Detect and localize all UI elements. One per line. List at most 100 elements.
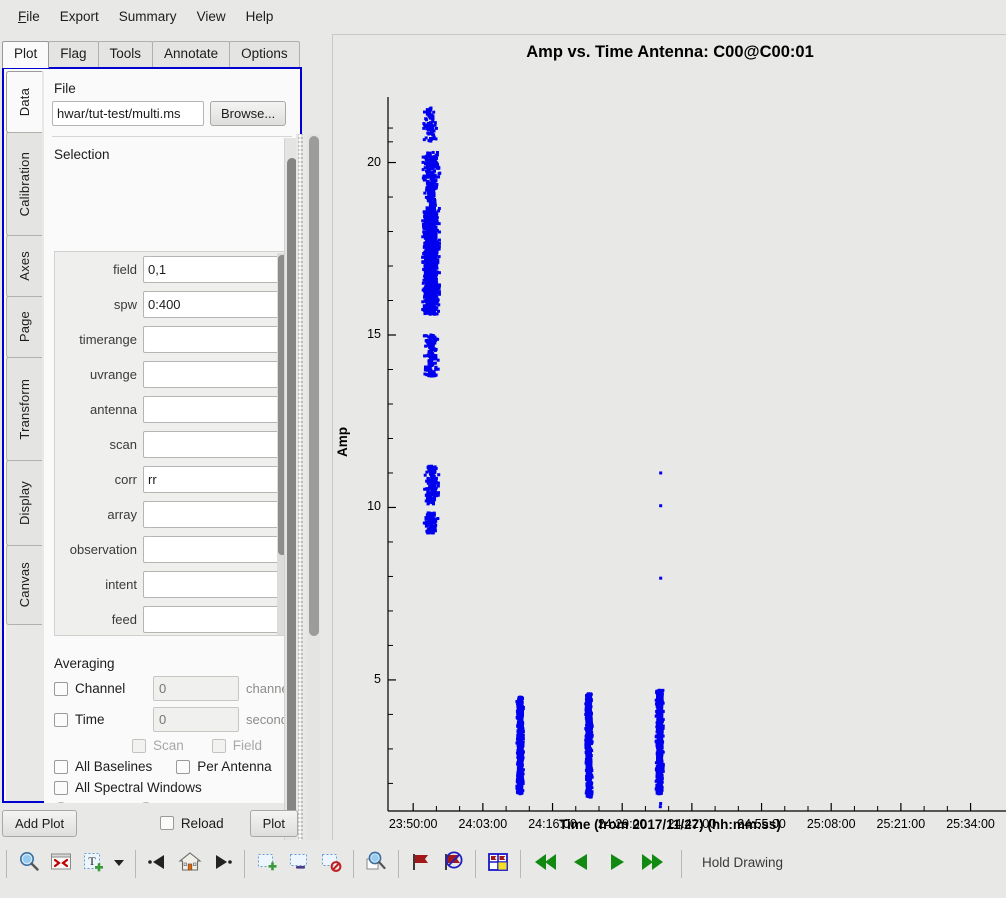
add-text-icon[interactable]: T [78, 847, 108, 877]
side-tab-data[interactable]: Data [6, 71, 42, 133]
side-tab-display[interactable]: Display [6, 460, 42, 546]
selection-input-feed[interactable] [143, 606, 285, 633]
side-tab-label: Calibration [17, 151, 32, 217]
toolbar-separator [135, 850, 136, 878]
channel-average-checkbox[interactable] [54, 681, 68, 696]
x-tick-label: 24:42:00 [667, 817, 717, 831]
home-icon[interactable] [175, 847, 205, 877]
side-tab-canvas[interactable]: Canvas [6, 545, 42, 625]
channel-average-label: Channel [75, 681, 126, 696]
side-tab-axes[interactable]: Axes [6, 235, 42, 297]
flag-icon[interactable] [406, 847, 436, 877]
next-icon[interactable] [600, 847, 634, 877]
menu-item-help[interactable]: Help [236, 5, 284, 28]
zoom-select-icon[interactable] [361, 847, 391, 877]
selection-row-field: field [55, 252, 289, 287]
file-section-title: File [54, 81, 76, 96]
chevron-down-icon[interactable] [110, 847, 128, 877]
x-tick-label: 24:55:00 [737, 817, 786, 831]
side-tab-transform[interactable]: Transform [6, 357, 42, 461]
left-control-panel: Data Calibration Axes Page Transform Display C… [2, 67, 320, 870]
last-icon[interactable] [636, 847, 670, 877]
time-average-row: Time seconds [54, 707, 300, 732]
selection-input-observation[interactable] [143, 536, 285, 563]
channel-average-input[interactable] [153, 676, 239, 701]
delete-rect-icon[interactable] [316, 847, 346, 877]
scalar-radio[interactable] [139, 801, 154, 803]
locate-icon[interactable] [483, 847, 513, 877]
tab-tools[interactable]: Tools [97, 41, 154, 68]
x-tick-label: 25:34:00 [946, 817, 995, 831]
menu-item-file[interactable]: File [8, 5, 50, 28]
tab-annotate[interactable]: Annotate [152, 41, 231, 68]
zoom-icon[interactable] [14, 847, 44, 877]
panel-action-bar: Add Plot Reload Plot [2, 806, 320, 840]
field-average-checkbox[interactable] [211, 738, 226, 753]
selection-input-antenna[interactable] [143, 396, 285, 423]
time-average-checkbox[interactable] [54, 712, 68, 727]
all-spectral-windows-checkbox[interactable] [54, 780, 68, 795]
selection-input-intent[interactable] [143, 571, 285, 598]
selection-label-field: field [113, 262, 137, 277]
per-antenna-checkbox[interactable] [176, 759, 191, 774]
tab-flag[interactable]: Flag [48, 41, 99, 68]
side-tab-calibration[interactable]: Calibration [6, 132, 42, 236]
averaging-title: Averaging [54, 656, 115, 671]
markers-icon[interactable] [46, 847, 76, 877]
plot-canvas-area[interactable]: Amp vs. Time Antenna: C00@C00:01 Amp Tim… [332, 34, 1006, 840]
previous-icon[interactable] [564, 847, 598, 877]
side-tab-label: Display [17, 480, 32, 526]
outer-scrollbar[interactable] [307, 134, 320, 870]
x-tick-label: 23:50:00 [388, 817, 438, 831]
unflag-icon[interactable] [438, 847, 468, 877]
menu-item-export[interactable]: Export [50, 5, 109, 28]
step-forward-icon[interactable] [207, 847, 237, 877]
casa-plotms-window: File Export Summary View Help Plot Flag Tools A… [0, 0, 1006, 898]
menu-item-summary[interactable]: Summary [109, 5, 187, 28]
y-tick-label: 20 [367, 154, 381, 169]
tab-options[interactable]: Options [229, 41, 300, 68]
panel-splitter[interactable] [296, 134, 305, 870]
edit-rect-icon[interactable] [284, 847, 314, 877]
baselines-row: All Baselines Per Antenna [54, 759, 300, 774]
selection-row-array: array [55, 497, 289, 532]
selection-section-title: Selection [54, 147, 110, 162]
data-settings-pane: File Browse... Selection field spw timeran… [44, 71, 300, 803]
toolbar-separator [681, 850, 682, 878]
plot-button[interactable]: Plot [249, 809, 298, 837]
axis-ticks [388, 127, 972, 811]
scan-average-checkbox[interactable] [132, 738, 146, 753]
scatter-plot[interactable] [333, 35, 1006, 841]
selection-input-spw[interactable] [143, 291, 285, 318]
vector-radio[interactable] [54, 801, 68, 803]
x-tick-label: 25:21:00 [876, 817, 926, 831]
selection-input-scan[interactable] [143, 431, 285, 458]
side-tab-bar: Data Calibration Axes Page Transform Display C… [6, 71, 44, 801]
first-icon[interactable] [528, 847, 562, 877]
menu-item-view[interactable]: View [187, 5, 236, 28]
add-plot-button[interactable]: Add Plot [2, 809, 78, 837]
selection-input-field[interactable] [143, 256, 285, 283]
selection-row-intent: intent [55, 567, 289, 602]
selection-input-uvrange[interactable] [143, 361, 285, 388]
side-tab-page[interactable]: Page [6, 296, 42, 358]
selection-input-array[interactable] [143, 501, 285, 528]
tab-plot[interactable]: Plot [2, 41, 50, 68]
selection-row-observation: observation [55, 532, 289, 567]
all-baselines-label: All Baselines [75, 759, 153, 774]
file-path-input[interactable] [52, 101, 204, 126]
selection-input-timerange[interactable] [143, 326, 285, 353]
outer-scrollbar-thumb[interactable] [309, 136, 319, 636]
browse-button[interactable]: Browse... [210, 101, 287, 126]
reload-checkbox[interactable] [159, 816, 174, 830]
selection-label-uvrange: uvrange [90, 367, 137, 382]
selection-input-corr[interactable] [143, 466, 285, 493]
selection-label-spw: spw [113, 297, 137, 312]
all-baselines-checkbox[interactable] [54, 759, 68, 774]
scan-average-label: Scan [153, 738, 184, 753]
add-rect-icon[interactable] [252, 847, 282, 877]
time-average-input[interactable] [153, 707, 239, 732]
x-tick-label: 24:29:00 [597, 817, 647, 831]
toolbar-separator [520, 850, 521, 878]
step-back-icon[interactable] [143, 847, 173, 877]
